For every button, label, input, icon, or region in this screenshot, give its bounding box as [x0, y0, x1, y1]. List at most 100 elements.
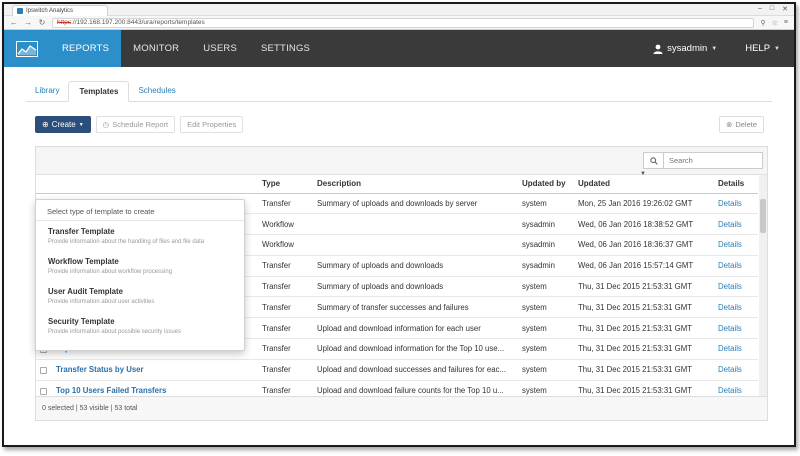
table-header-row: Type Description Updated by Updated Deta… [36, 175, 758, 194]
close-icon[interactable]: ✕ [782, 5, 788, 13]
dropdown-header: Select type of template to create [36, 200, 244, 221]
help-menu[interactable]: HELP ▼ [731, 43, 794, 54]
menu-item-title: Transfer Template [48, 227, 115, 236]
details-link[interactable]: Details [714, 338, 758, 360]
edit-label: Edit Properties [187, 120, 237, 129]
template-type: Workflow [258, 234, 313, 256]
menu-item-description: Provide information about possible secur… [48, 329, 182, 335]
tab-library[interactable]: Library [26, 86, 68, 101]
reload-icon[interactable]: ↻ [38, 18, 46, 27]
row-checkbox-cell[interactable] [36, 359, 52, 381]
template-updated-by: sysadmin [518, 213, 574, 236]
menu-item-title: User Audit Template [48, 287, 123, 296]
template-description: Upload and download information for the … [313, 338, 518, 360]
template-type: Transfer [258, 193, 313, 215]
grid-footer: 0 selected | 53 visible | 53 total [36, 396, 767, 420]
template-description: Upload and download information for each… [313, 317, 518, 340]
brand-logo[interactable] [4, 30, 50, 67]
menu-icon[interactable]: ≡ [784, 19, 788, 27]
template-type: Transfer [258, 296, 313, 319]
search-box [643, 152, 763, 169]
details-link[interactable]: Details [714, 359, 758, 381]
forward-icon[interactable]: → [24, 18, 32, 27]
nav-monitor[interactable]: MONITOR [121, 30, 191, 67]
template-updated-by: system [518, 276, 574, 298]
column-header-name[interactable] [52, 175, 258, 194]
minimize-icon[interactable]: – [758, 5, 762, 13]
menu-item-security-template[interactable]: Security Template Provide information ab… [36, 311, 244, 341]
template-description [313, 234, 518, 256]
template-description: Summary of transfer successes and failur… [313, 296, 518, 319]
url-scheme: https [57, 19, 72, 26]
menu-item-description: Provide information about the handling o… [48, 239, 205, 245]
details-link[interactable]: Details [714, 296, 758, 319]
template-updated-by: system [518, 359, 574, 381]
column-header-updated[interactable]: Updated [574, 175, 714, 194]
tab-schedules[interactable]: Schedules [129, 86, 184, 101]
details-link[interactable]: Details [714, 193, 758, 215]
url-field[interactable]: https ://192.168.197.200:8443/ura/report… [52, 17, 755, 28]
template-updated: Thu, 31 Dec 2015 21:53:31 GMT [574, 276, 714, 298]
column-header-type[interactable]: Type [258, 175, 313, 194]
row-checkbox[interactable] [40, 366, 47, 374]
row-checkbox[interactable] [40, 387, 47, 395]
main-content: Library Templates Schedules ⊕ Create ▼ ◷… [4, 68, 794, 445]
template-updated-by: system [518, 317, 574, 340]
menu-item-user-audit-template[interactable]: User Audit Template Provide information … [36, 281, 244, 311]
nav-reports[interactable]: REPORTS [50, 30, 122, 67]
nav-settings[interactable]: SETTINGS [249, 30, 322, 67]
sort-desc-icon[interactable]: ▼ [640, 171, 646, 177]
table-scrollbar[interactable] [759, 175, 767, 397]
tab-templates[interactable]: Templates [68, 81, 130, 102]
template-description: Summary of uploads and downloads by serv… [313, 193, 518, 215]
template-type: Transfer [258, 317, 313, 340]
nav-users[interactable]: USERS [191, 30, 249, 67]
help-label: HELP [745, 43, 771, 54]
search-button[interactable] [643, 152, 663, 169]
template-updated: Wed, 06 Jan 2016 18:38:52 GMT [574, 213, 714, 236]
template-name[interactable]: Transfer Status by User [52, 359, 258, 381]
menu-item-workflow-template[interactable]: Workflow Template Provide information ab… [36, 251, 244, 281]
template-updated: Thu, 31 Dec 2015 21:53:31 GMT [574, 317, 714, 340]
template-type: Workflow [258, 213, 313, 236]
grid-topbar [36, 147, 767, 175]
plus-circle-icon: ⊕ [42, 120, 49, 129]
browser-tab[interactable]: Ipswitch Analytics [12, 4, 108, 16]
edit-properties-button[interactable]: Edit Properties [180, 116, 244, 133]
details-link[interactable]: Details [714, 317, 758, 340]
zoom-icon[interactable]: ⚲ [760, 19, 765, 27]
user-name: sysadmin [667, 43, 708, 54]
search-input[interactable] [663, 152, 763, 169]
url-path: ://192.168.197.200:8443/ura/reports/temp… [71, 19, 205, 26]
details-link[interactable]: Details [714, 213, 758, 236]
menu-item-title: Workflow Template [48, 257, 119, 266]
table-row[interactable]: Transfer Status by User Transfer Upload an… [36, 359, 758, 381]
column-header-updated-by[interactable]: Updated by [518, 175, 574, 194]
column-header-description[interactable]: Description [313, 175, 518, 194]
details-link[interactable]: Details [714, 276, 758, 298]
delete-button[interactable]: ⊗ Delete [719, 116, 764, 133]
scrollbar-thumb[interactable] [760, 199, 766, 233]
schedule-report-button[interactable]: ◷ Schedule Report [95, 116, 176, 133]
template-updated: Wed, 06 Jan 2016 15:57:14 GMT [574, 255, 714, 277]
template-updated: Thu, 31 Dec 2015 21:53:31 GMT [574, 359, 714, 381]
back-icon[interactable]: ← [10, 18, 18, 27]
template-updated-by: sysadmin [518, 234, 574, 256]
menu-item-title: Security Template [48, 317, 115, 326]
details-link[interactable]: Details [714, 255, 758, 277]
favicon-icon [17, 7, 23, 14]
template-type: Transfer [258, 276, 313, 298]
details-link[interactable]: Details [714, 234, 758, 256]
window-controls: – □ ✕ [758, 5, 788, 13]
browser-titlebar: Ipswitch Analytics – □ ✕ [4, 4, 794, 16]
template-description: Summary of uploads and downloads [313, 255, 518, 277]
template-updated-by: system [518, 296, 574, 319]
template-type: Transfer [258, 359, 313, 381]
menu-item-transfer-template[interactable]: Transfer Template Provide information ab… [36, 221, 244, 251]
create-button[interactable]: ⊕ Create ▼ [35, 116, 91, 133]
bookmark-star-icon[interactable]: ☆ [772, 19, 778, 27]
maximize-icon[interactable]: □ [770, 5, 774, 13]
toolbar: ⊕ Create ▼ ◷ Schedule Report Edit Proper… [35, 116, 244, 133]
menu-item-description: Provide information about user activitie… [48, 299, 155, 305]
user-menu[interactable]: sysadmin ▼ [639, 43, 731, 54]
